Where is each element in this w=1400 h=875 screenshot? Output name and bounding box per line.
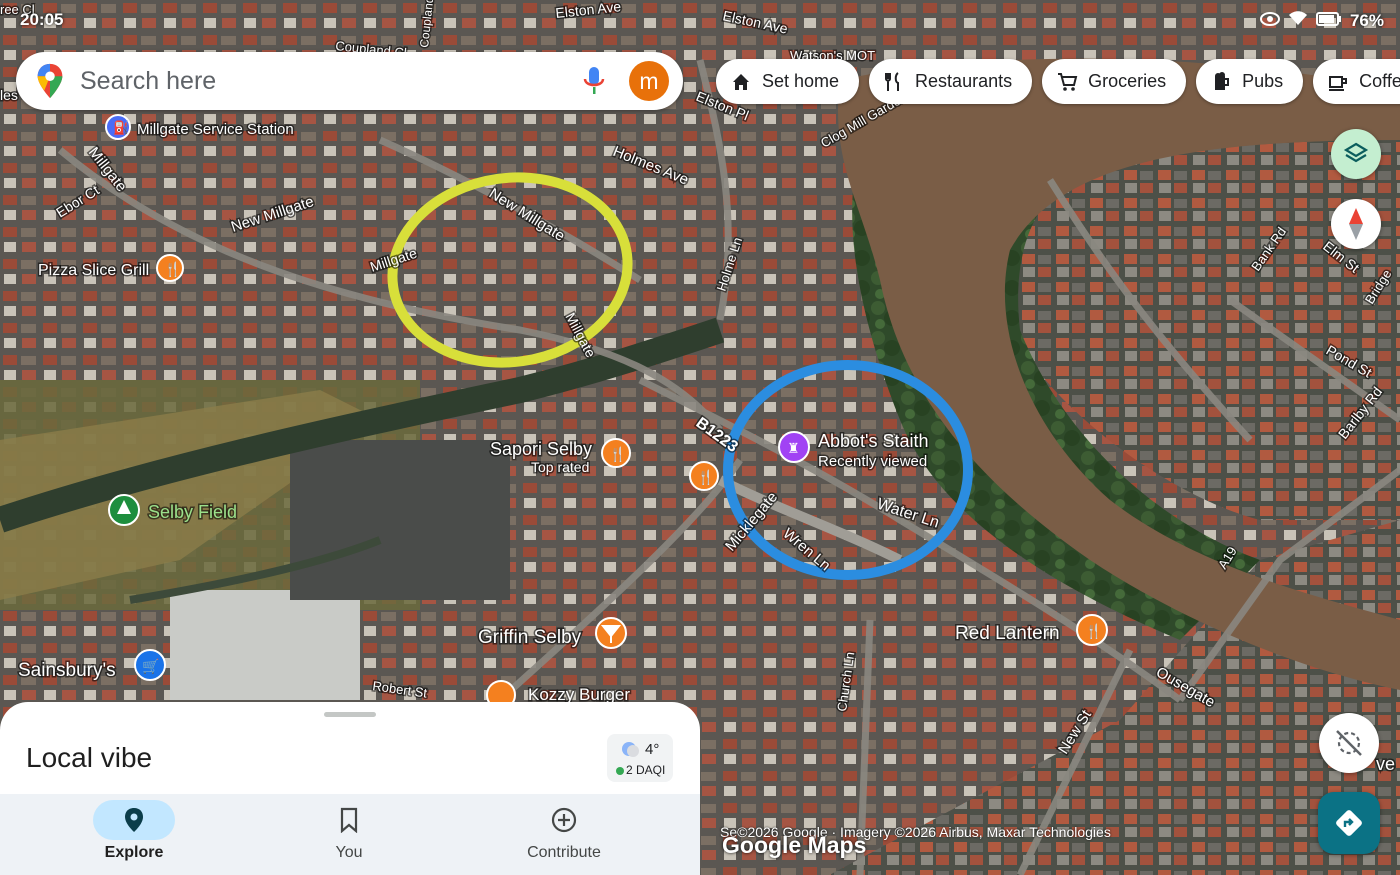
chip-label: Set home bbox=[762, 71, 840, 91]
chip-label: Restaurants bbox=[915, 71, 1013, 91]
location-off-icon bbox=[1336, 730, 1362, 756]
avatar-letter: m bbox=[639, 67, 659, 94]
chip-set-home[interactable]: Set home bbox=[716, 59, 860, 104]
pub-icon bbox=[1215, 71, 1230, 90]
chip-label: Pubs bbox=[1242, 71, 1284, 91]
aqi-dot bbox=[616, 767, 624, 775]
nav-you[interactable]: You bbox=[249, 794, 449, 875]
home-icon bbox=[733, 73, 749, 90]
battery-icon bbox=[1315, 11, 1342, 31]
chip-coffee[interactable]: Coffe bbox=[1313, 59, 1400, 104]
nav-contribute[interactable]: Contribute bbox=[464, 794, 664, 875]
chip-pubs[interactable]: Pubs bbox=[1196, 59, 1304, 104]
chip-label: Coffe bbox=[1359, 71, 1400, 91]
nav-label: You bbox=[335, 844, 363, 861]
recenter-button[interactable] bbox=[1319, 713, 1379, 773]
nav-explore[interactable]: Explore bbox=[34, 794, 234, 875]
weather-widget[interactable]: 4° 2 DAQI bbox=[607, 734, 673, 782]
compass-button[interactable] bbox=[1331, 199, 1381, 249]
google-maps-pin-icon bbox=[37, 63, 63, 99]
weather-aqi: 2 DAQI bbox=[626, 763, 666, 777]
drag-handle[interactable] bbox=[324, 712, 376, 717]
google-maps-logo: Google Maps bbox=[722, 832, 867, 858]
category-chips: Set home Restaurants Groceries Pubs Coff… bbox=[716, 59, 1400, 104]
search-bar[interactable]: Search here m bbox=[16, 52, 683, 110]
account-avatar[interactable]: m bbox=[629, 61, 669, 101]
nav-label: Explore bbox=[104, 844, 164, 861]
layers-icon bbox=[1343, 142, 1369, 163]
status-bar: 20:05 76% bbox=[0, 8, 1400, 34]
search-input[interactable]: Search here bbox=[80, 67, 581, 96]
chip-groceries[interactable]: Groceries bbox=[1042, 59, 1187, 104]
sheet-title: Local vibe bbox=[26, 742, 153, 773]
eye-icon bbox=[1259, 11, 1280, 31]
compass-icon bbox=[1349, 208, 1363, 240]
directions-button[interactable] bbox=[1318, 792, 1380, 854]
wifi-icon bbox=[1288, 10, 1308, 31]
add-circle-icon bbox=[551, 807, 577, 833]
microphone-icon[interactable] bbox=[581, 65, 607, 97]
bottom-sheet[interactable]: Local vibe 4° 2 DAQI Explore You Contrib… bbox=[0, 702, 700, 875]
restaurant-icon bbox=[885, 71, 900, 91]
bottom-navigation: Explore You Contribute bbox=[0, 794, 700, 875]
chip-label: Groceries bbox=[1088, 71, 1167, 91]
status-time: 20:05 bbox=[20, 10, 64, 29]
chip-restaurants[interactable]: Restaurants bbox=[869, 59, 1033, 104]
layers-button[interactable] bbox=[1331, 129, 1381, 179]
bookmark-icon bbox=[340, 807, 358, 833]
coffee-icon bbox=[1329, 75, 1348, 91]
weather-icon bbox=[622, 742, 639, 757]
directions-icon bbox=[1336, 810, 1362, 836]
nav-label: Contribute bbox=[527, 844, 601, 861]
weather-temp: 4° bbox=[645, 741, 660, 758]
cart-icon bbox=[1058, 72, 1078, 91]
battery-level: 76% bbox=[1349, 10, 1384, 30]
location-pin-icon bbox=[125, 808, 143, 832]
